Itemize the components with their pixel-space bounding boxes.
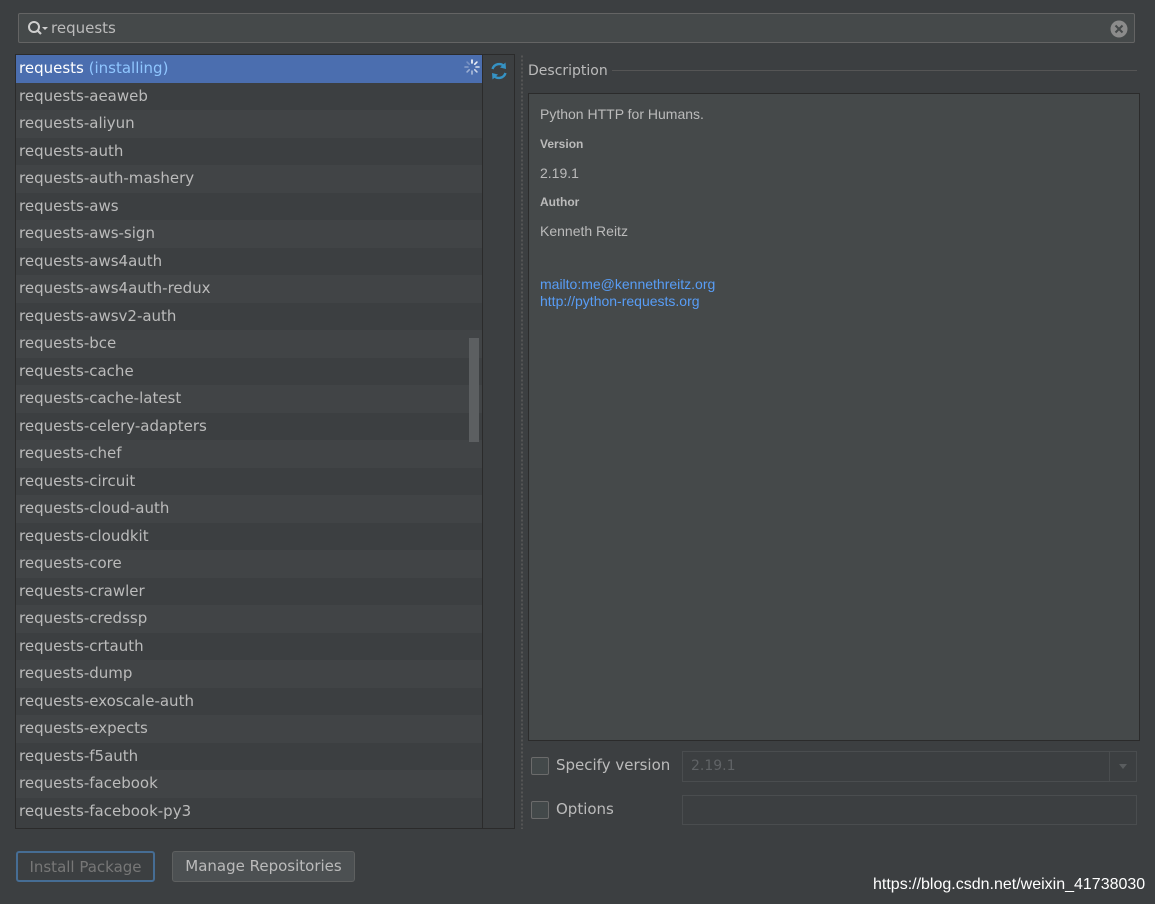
install-status: (installing) bbox=[88, 59, 169, 77]
package-row[interactable]: requests-core bbox=[16, 550, 482, 578]
package-row[interactable]: requests-auth bbox=[16, 137, 482, 165]
package-row[interactable]: requests-auth-mashery bbox=[16, 165, 482, 193]
package-row[interactable]: requests-credssp bbox=[16, 605, 482, 633]
list-scrollbar-thumb[interactable] bbox=[469, 338, 479, 442]
author-value: Kenneth Reitz bbox=[540, 223, 628, 239]
chevron-down-icon[interactable] bbox=[1109, 752, 1136, 781]
list-toolbar bbox=[482, 54, 515, 829]
package-summary: Python HTTP for Humans. bbox=[540, 106, 704, 122]
package-rows: requests (installing) requests-aeaweb req… bbox=[16, 55, 482, 825]
clear-search-icon[interactable] bbox=[1110, 20, 1128, 38]
package-row[interactable]: requests-aws4auth bbox=[16, 247, 482, 275]
package-row[interactable]: requests-awsv2-auth bbox=[16, 302, 482, 330]
package-row[interactable]: requests-chef bbox=[16, 440, 482, 468]
options-label: Options bbox=[556, 800, 614, 818]
package-row[interactable]: requests-facebook bbox=[16, 770, 482, 798]
package-list[interactable]: requests (installing) requests-aeaweb req… bbox=[15, 54, 515, 829]
watermark-text: https://blog.csdn.net/weixin_41738030 bbox=[873, 876, 1146, 893]
email-link[interactable]: mailto:me@kennethreitz.org bbox=[540, 276, 715, 292]
author-heading: Author bbox=[540, 195, 580, 209]
specify-version-checkbox[interactable] bbox=[531, 757, 549, 775]
package-row-selected[interactable]: requests (installing) bbox=[16, 55, 482, 83]
homepage-link[interactable]: http://python-requests.org bbox=[540, 293, 700, 309]
version-select[interactable]: 2.19.1 bbox=[682, 751, 1137, 782]
package-row[interactable]: requests-exoscale-auth bbox=[16, 687, 482, 715]
package-row[interactable]: requests-aliyun bbox=[16, 110, 482, 138]
install-package-button[interactable]: Install Package bbox=[16, 851, 155, 882]
manage-repositories-button[interactable]: Manage Repositories bbox=[172, 851, 355, 882]
version-select-value: 2.19.1 bbox=[691, 758, 736, 774]
package-row[interactable]: requests-dump bbox=[16, 660, 482, 688]
options-checkbox[interactable] bbox=[531, 801, 549, 819]
package-row[interactable]: requests-aws-sign bbox=[16, 220, 482, 248]
package-row[interactable]: requests-expects bbox=[16, 715, 482, 743]
package-row[interactable]: requests-circuit bbox=[16, 467, 482, 495]
package-row[interactable]: requests-aeaweb bbox=[16, 82, 482, 110]
search-input[interactable] bbox=[51, 18, 1091, 38]
search-icon[interactable] bbox=[27, 20, 51, 38]
search-bar[interactable] bbox=[18, 13, 1135, 43]
version-heading: Version bbox=[540, 137, 584, 151]
package-row[interactable]: requests-cloud-auth bbox=[16, 495, 482, 523]
description-panel: Python HTTP for Humans. Version 2.19.1 A… bbox=[528, 93, 1140, 741]
reload-list-icon[interactable] bbox=[488, 60, 510, 82]
package-row[interactable]: requests-crawler bbox=[16, 577, 482, 605]
package-row[interactable]: requests-cache-latest bbox=[16, 385, 482, 413]
package-row[interactable]: requests-cache bbox=[16, 357, 482, 385]
package-row[interactable]: requests-facebook-py3 bbox=[16, 797, 482, 825]
specify-version-label: Specify version bbox=[556, 756, 671, 774]
package-row[interactable]: requests-f5auth bbox=[16, 742, 482, 770]
package-name: requests bbox=[19, 59, 84, 77]
package-row[interactable]: requests-cloudkit bbox=[16, 522, 482, 550]
package-row[interactable]: requests-crtauth bbox=[16, 632, 482, 660]
options-input[interactable] bbox=[682, 795, 1137, 825]
package-row[interactable]: requests-bce bbox=[16, 330, 482, 358]
package-row[interactable]: requests-aws bbox=[16, 192, 482, 220]
package-row[interactable]: requests-aws4auth-redux bbox=[16, 275, 482, 303]
description-separator bbox=[612, 70, 1137, 71]
package-row[interactable]: requests-celery-adapters bbox=[16, 412, 482, 440]
description-label: Description bbox=[528, 63, 608, 79]
version-value: 2.19.1 bbox=[540, 165, 579, 181]
splitter-handle[interactable] bbox=[519, 54, 524, 829]
loading-spinner-icon bbox=[464, 59, 480, 75]
